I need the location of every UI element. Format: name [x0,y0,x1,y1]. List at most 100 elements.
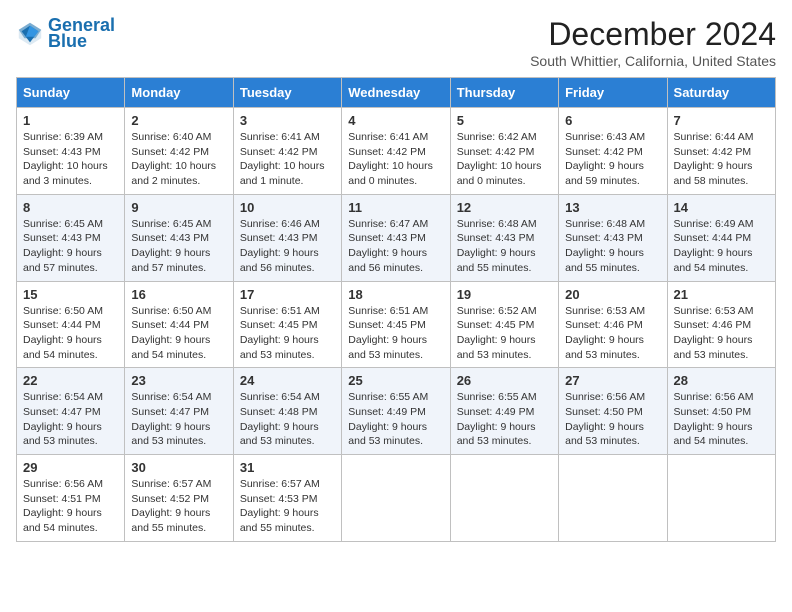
day-number: 12 [457,200,552,215]
cell-info: Sunrise: 6:49 AMSunset: 4:44 PMDaylight:… [674,217,769,276]
calendar-cell: 24 Sunrise: 6:54 AMSunset: 4:48 PMDaylig… [233,368,341,455]
cell-info: Sunrise: 6:56 AMSunset: 4:50 PMDaylight:… [565,390,660,449]
cell-info: Sunrise: 6:55 AMSunset: 4:49 PMDaylight:… [457,390,552,449]
calendar-cell: 14 Sunrise: 6:49 AMSunset: 4:44 PMDaylig… [667,194,775,281]
cell-info: Sunrise: 6:52 AMSunset: 4:45 PMDaylight:… [457,304,552,363]
calendar-cell: 6 Sunrise: 6:43 AMSunset: 4:42 PMDayligh… [559,108,667,195]
calendar-cell: 9 Sunrise: 6:45 AMSunset: 4:43 PMDayligh… [125,194,233,281]
calendar-cell: 30 Sunrise: 6:57 AMSunset: 4:52 PMDaylig… [125,455,233,542]
calendar-cell: 31 Sunrise: 6:57 AMSunset: 4:53 PMDaylig… [233,455,341,542]
day-number: 15 [23,287,118,302]
day-number: 3 [240,113,335,128]
day-number: 26 [457,373,552,388]
day-number: 18 [348,287,443,302]
day-number: 25 [348,373,443,388]
calendar-cell: 20 Sunrise: 6:53 AMSunset: 4:46 PMDaylig… [559,281,667,368]
calendar-cell: 23 Sunrise: 6:54 AMSunset: 4:47 PMDaylig… [125,368,233,455]
day-number: 6 [565,113,660,128]
calendar-cell: 2 Sunrise: 6:40 AMSunset: 4:42 PMDayligh… [125,108,233,195]
day-number: 14 [674,200,769,215]
calendar-cell: 4 Sunrise: 6:41 AMSunset: 4:42 PMDayligh… [342,108,450,195]
week-row-5: 29 Sunrise: 6:56 AMSunset: 4:51 PMDaylig… [17,455,776,542]
cell-info: Sunrise: 6:56 AMSunset: 4:50 PMDaylight:… [674,390,769,449]
day-number: 7 [674,113,769,128]
calendar-cell: 11 Sunrise: 6:47 AMSunset: 4:43 PMDaylig… [342,194,450,281]
cell-info: Sunrise: 6:45 AMSunset: 4:43 PMDaylight:… [23,217,118,276]
cell-info: Sunrise: 6:43 AMSunset: 4:42 PMDaylight:… [565,130,660,189]
week-row-4: 22 Sunrise: 6:54 AMSunset: 4:47 PMDaylig… [17,368,776,455]
day-number: 30 [131,460,226,475]
cell-info: Sunrise: 6:48 AMSunset: 4:43 PMDaylight:… [565,217,660,276]
cell-info: Sunrise: 6:42 AMSunset: 4:42 PMDaylight:… [457,130,552,189]
cell-info: Sunrise: 6:54 AMSunset: 4:48 PMDaylight:… [240,390,335,449]
day-number: 24 [240,373,335,388]
calendar-cell: 7 Sunrise: 6:44 AMSunset: 4:42 PMDayligh… [667,108,775,195]
cell-info: Sunrise: 6:57 AMSunset: 4:52 PMDaylight:… [131,477,226,536]
week-row-1: 1 Sunrise: 6:39 AMSunset: 4:43 PMDayligh… [17,108,776,195]
cell-info: Sunrise: 6:50 AMSunset: 4:44 PMDaylight:… [131,304,226,363]
calendar-cell: 8 Sunrise: 6:45 AMSunset: 4:43 PMDayligh… [17,194,125,281]
day-number: 5 [457,113,552,128]
calendar-header-row: SundayMondayTuesdayWednesdayThursdayFrid… [17,78,776,108]
calendar-cell: 3 Sunrise: 6:41 AMSunset: 4:42 PMDayligh… [233,108,341,195]
header-cell-thursday: Thursday [450,78,558,108]
calendar-cell: 25 Sunrise: 6:55 AMSunset: 4:49 PMDaylig… [342,368,450,455]
subtitle: South Whittier, California, United State… [530,53,776,69]
day-number: 23 [131,373,226,388]
day-number: 9 [131,200,226,215]
day-number: 1 [23,113,118,128]
page-header: General Blue December 2024 South Whittie… [16,16,776,69]
day-number: 8 [23,200,118,215]
cell-info: Sunrise: 6:51 AMSunset: 4:45 PMDaylight:… [348,304,443,363]
cell-info: Sunrise: 6:45 AMSunset: 4:43 PMDaylight:… [131,217,226,276]
week-row-3: 15 Sunrise: 6:50 AMSunset: 4:44 PMDaylig… [17,281,776,368]
cell-info: Sunrise: 6:51 AMSunset: 4:45 PMDaylight:… [240,304,335,363]
header-cell-tuesday: Tuesday [233,78,341,108]
calendar-cell: 29 Sunrise: 6:56 AMSunset: 4:51 PMDaylig… [17,455,125,542]
calendar-cell: 27 Sunrise: 6:56 AMSunset: 4:50 PMDaylig… [559,368,667,455]
calendar-cell: 22 Sunrise: 6:54 AMSunset: 4:47 PMDaylig… [17,368,125,455]
calendar-cell: 28 Sunrise: 6:56 AMSunset: 4:50 PMDaylig… [667,368,775,455]
cell-info: Sunrise: 6:46 AMSunset: 4:43 PMDaylight:… [240,217,335,276]
day-number: 17 [240,287,335,302]
day-number: 13 [565,200,660,215]
calendar-table: SundayMondayTuesdayWednesdayThursdayFrid… [16,77,776,542]
header-cell-wednesday: Wednesday [342,78,450,108]
day-number: 29 [23,460,118,475]
calendar-cell: 26 Sunrise: 6:55 AMSunset: 4:49 PMDaylig… [450,368,558,455]
day-number: 4 [348,113,443,128]
calendar-cell: 16 Sunrise: 6:50 AMSunset: 4:44 PMDaylig… [125,281,233,368]
main-title: December 2024 [530,16,776,53]
logo-text: General Blue [48,16,115,52]
cell-info: Sunrise: 6:41 AMSunset: 4:42 PMDaylight:… [348,130,443,189]
day-number: 10 [240,200,335,215]
header-cell-sunday: Sunday [17,78,125,108]
calendar-cell: 19 Sunrise: 6:52 AMSunset: 4:45 PMDaylig… [450,281,558,368]
calendar-cell: 17 Sunrise: 6:51 AMSunset: 4:45 PMDaylig… [233,281,341,368]
header-cell-monday: Monday [125,78,233,108]
day-number: 11 [348,200,443,215]
cell-info: Sunrise: 6:54 AMSunset: 4:47 PMDaylight:… [131,390,226,449]
calendar-cell [450,455,558,542]
calendar-cell: 10 Sunrise: 6:46 AMSunset: 4:43 PMDaylig… [233,194,341,281]
logo-icon [16,20,44,48]
day-number: 22 [23,373,118,388]
day-number: 31 [240,460,335,475]
cell-info: Sunrise: 6:39 AMSunset: 4:43 PMDaylight:… [23,130,118,189]
logo: General Blue [16,16,115,52]
cell-info: Sunrise: 6:54 AMSunset: 4:47 PMDaylight:… [23,390,118,449]
calendar-cell: 5 Sunrise: 6:42 AMSunset: 4:42 PMDayligh… [450,108,558,195]
calendar-cell: 12 Sunrise: 6:48 AMSunset: 4:43 PMDaylig… [450,194,558,281]
cell-info: Sunrise: 6:56 AMSunset: 4:51 PMDaylight:… [23,477,118,536]
cell-info: Sunrise: 6:57 AMSunset: 4:53 PMDaylight:… [240,477,335,536]
cell-info: Sunrise: 6:53 AMSunset: 4:46 PMDaylight:… [674,304,769,363]
header-cell-saturday: Saturday [667,78,775,108]
calendar-cell: 1 Sunrise: 6:39 AMSunset: 4:43 PMDayligh… [17,108,125,195]
day-number: 20 [565,287,660,302]
cell-info: Sunrise: 6:40 AMSunset: 4:42 PMDaylight:… [131,130,226,189]
cell-info: Sunrise: 6:47 AMSunset: 4:43 PMDaylight:… [348,217,443,276]
cell-info: Sunrise: 6:48 AMSunset: 4:43 PMDaylight:… [457,217,552,276]
cell-info: Sunrise: 6:44 AMSunset: 4:42 PMDaylight:… [674,130,769,189]
day-number: 16 [131,287,226,302]
day-number: 27 [565,373,660,388]
